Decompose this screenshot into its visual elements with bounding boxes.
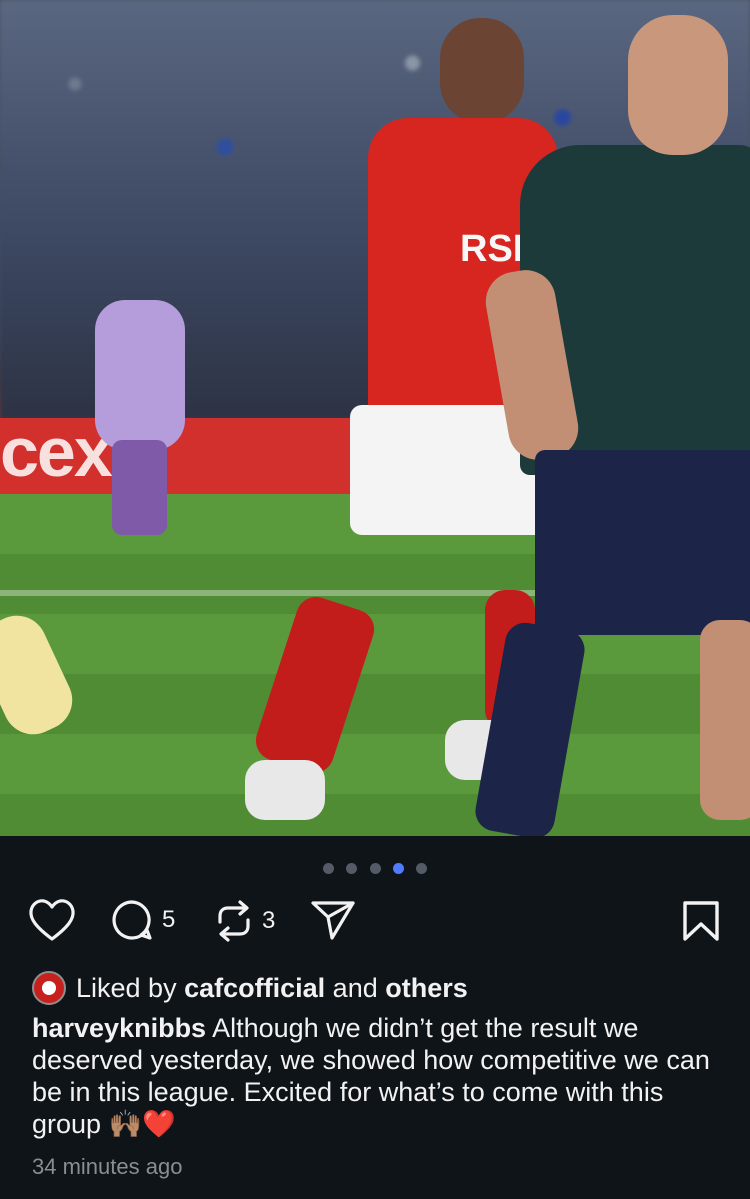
opponent-leg [700,620,750,820]
repost-icon [214,898,254,944]
send-icon [310,898,356,942]
carousel-dot [346,863,358,874]
comment-count: 5 [162,906,176,933]
avatar[interactable] [32,971,66,1005]
repost-button[interactable]: 3 [214,898,275,944]
comment-button[interactable]: 5 [110,898,175,942]
advertising-text: cex [0,413,113,491]
carousel-indicator [0,861,750,879]
liked-by-others[interactable]: others [385,968,468,1008]
action-bar: 5 3 [28,898,722,944]
repost-count: 3 [262,907,276,934]
like-button[interactable] [28,898,76,942]
post-timestamp: 34 minutes ago [32,1154,183,1179]
liked-by-joiner: and [332,973,378,1003]
goalkeeper [95,300,185,450]
opponent-head [628,15,728,155]
liked-by-prefix: Liked by [76,973,177,1003]
opponent-shorts [535,450,750,635]
red-player-boot [245,760,325,820]
heart-icon [28,898,76,942]
post-details: Liked by cafcofficial and others harveyk… [32,968,722,1180]
post-photo[interactable]: cex RSK [0,0,750,836]
carousel-dot [322,863,334,874]
carousel-dot [369,863,381,874]
carousel-dot-active [392,863,404,874]
club-crest-icon [42,981,56,995]
bookmark-icon [682,900,720,942]
red-player-head [440,18,524,123]
comment-icon [110,898,154,942]
bookmark-button[interactable] [682,900,720,942]
share-button[interactable] [310,898,356,942]
liked-by-row: Liked by cafcofficial and others [32,968,722,1008]
caption-emoji: 🙌🏽❤️ [108,1109,176,1139]
goalkeeper-legs [112,440,167,535]
caption: harveyknibbs Although we didn’t get the … [32,1012,722,1140]
caption-username[interactable]: harveyknibbs [32,1013,206,1043]
liked-by-user[interactable]: cafcofficial [184,968,325,1008]
carousel-dot [416,863,428,874]
